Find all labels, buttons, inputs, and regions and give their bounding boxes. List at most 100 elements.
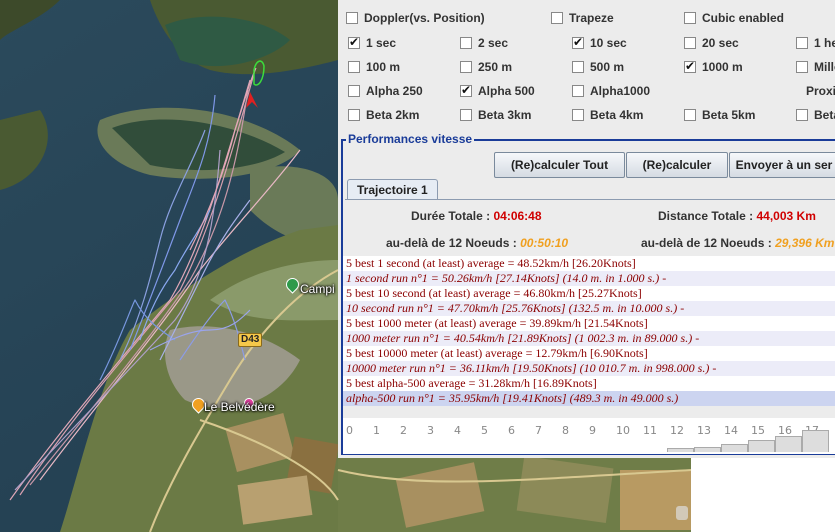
option-label: Doppler(vs. Position) — [364, 11, 485, 25]
option-beta4km[interactable]: Beta 4km — [572, 108, 643, 122]
checkbox[interactable] — [572, 35, 584, 49]
option-beta5km[interactable]: Beta 5km — [684, 108, 755, 122]
option-1hour[interactable]: 1 he — [796, 36, 835, 50]
histogram-bar — [775, 436, 802, 452]
checkbox[interactable] — [348, 109, 360, 121]
option-20sec[interactable]: 20 sec — [684, 36, 739, 50]
result-row[interactable]: 5 best 1000 meter (at least) average = 3… — [343, 316, 835, 331]
option-beta2km[interactable]: Beta 2km — [348, 108, 419, 122]
distance-label: Distance Totale : — [658, 209, 754, 223]
checkbox[interactable] — [796, 109, 808, 121]
scale-tick: 0 — [346, 424, 353, 437]
duration-label: Durée Totale : — [411, 209, 491, 223]
scale-tick: 9 — [589, 424, 596, 437]
checkbox[interactable] — [796, 37, 808, 49]
option-alpha1000[interactable]: Alpha1000 — [572, 84, 650, 98]
result-row[interactable]: 5 best 10000 meter (at least) average = … — [343, 346, 835, 361]
option-1sec[interactable]: 1 sec — [348, 35, 397, 50]
knots-threshold: 12 Noeuds : — [448, 236, 517, 250]
performances-title: Performances vitesse — [346, 132, 475, 146]
time-above-value: 00:50:10 — [520, 236, 569, 250]
result-row[interactable]: 10000 meter run n°1 = 36.11km/h [19.50Kn… — [343, 361, 835, 376]
option-label: Cubic enabled — [702, 11, 785, 25]
send-to-server-button[interactable]: Envoyer à un ser — [729, 152, 835, 178]
option-1000m[interactable]: 1000 m — [684, 59, 743, 74]
road-shield-d43: D43 — [238, 333, 263, 347]
result-row[interactable]: 5 best 1 second (at least) average = 48.… — [343, 256, 835, 271]
speed-histogram: 01234567891011121314151617 — [343, 418, 835, 454]
result-row[interactable]: alpha-500 run n°1 = 35.95km/h [19.41Knot… — [343, 391, 835, 406]
option-label: 2 sec — [478, 36, 509, 50]
option-label: 500 m — [590, 60, 625, 74]
option-2sec[interactable]: 2 sec — [460, 36, 508, 50]
option-trapeze[interactable]: Trapeze — [551, 11, 614, 25]
option-label: Mille — [814, 60, 835, 74]
checkbox[interactable] — [572, 61, 584, 73]
option-500m[interactable]: 500 m — [572, 60, 624, 74]
map-control-icon[interactable] — [676, 506, 688, 520]
recalculate-all-button[interactable]: (Re)calculer Tout — [494, 152, 625, 178]
scale-tick: 4 — [454, 424, 461, 437]
option-100m[interactable]: 100 m — [348, 60, 400, 74]
time-above-threshold: au-delà de 12 Noeuds : 00:50:10 — [386, 236, 568, 250]
checkbox[interactable] — [551, 12, 563, 24]
option-alpha500[interactable]: Alpha 500 — [460, 83, 535, 98]
checkbox[interactable] — [796, 61, 808, 73]
option-proxi[interactable]: Proxi — [806, 84, 835, 98]
option-10sec[interactable]: 10 sec — [572, 35, 627, 50]
checkbox[interactable] — [346, 12, 358, 24]
option-doppler[interactable]: Doppler(vs. Position) — [346, 11, 485, 25]
option-label: 1000 m — [702, 60, 743, 74]
checkbox[interactable] — [460, 61, 472, 73]
option-label: 250 m — [478, 60, 513, 74]
checkbox[interactable] — [348, 85, 360, 97]
option-label: 20 sec — [702, 36, 739, 50]
checkbox[interactable] — [684, 59, 696, 73]
camping-label: Campi — [300, 282, 335, 296]
option-beta[interactable]: Beta — [796, 108, 835, 122]
result-row[interactable]: 5 best alpha-500 average = 31.28km/h [16… — [343, 376, 835, 391]
tab-trajectoire-1[interactable]: Trajectoire 1 — [347, 179, 438, 200]
option-mille[interactable]: Mille — [796, 60, 835, 74]
results-list[interactable]: 5 best 1 second (at least) average = 48.… — [343, 256, 835, 406]
option-label: Beta 3km — [478, 108, 532, 122]
checkbox[interactable] — [572, 85, 584, 97]
option-label: Beta 2km — [366, 108, 420, 122]
scale-tick: 5 — [481, 424, 488, 437]
option-alpha250[interactable]: Alpha 250 — [348, 84, 423, 98]
checkbox[interactable] — [572, 109, 584, 121]
distance-above-value: 29,396 Km — [775, 236, 835, 250]
result-row[interactable]: 10 second run n°1 = 47.70km/h [25.76Knot… — [343, 301, 835, 316]
scale-tick: 14 — [724, 424, 738, 437]
option-label: Beta 5km — [702, 108, 756, 122]
checkbox[interactable] — [460, 37, 472, 49]
option-beta3km[interactable]: Beta 3km — [460, 108, 531, 122]
option-label: Alpha 500 — [478, 84, 535, 98]
checkbox[interactable] — [348, 61, 360, 73]
option-cubic[interactable]: Cubic enabled — [684, 11, 784, 25]
result-row[interactable]: 5 best 10 second (at least) average = 46… — [343, 286, 835, 301]
scale-tick: 8 — [562, 424, 569, 437]
duration-value: 04:06:48 — [493, 209, 542, 223]
result-row[interactable]: 1 second run n°1 = 50.26km/h [27.14Knots… — [343, 271, 835, 286]
option-250m[interactable]: 250 m — [460, 60, 512, 74]
checkbox[interactable] — [348, 35, 360, 49]
checkbox[interactable] — [684, 12, 696, 24]
option-label: Beta — [814, 108, 835, 122]
belvedere-label: Le Belvédère — [204, 400, 275, 414]
scale-tick: 15 — [751, 424, 765, 437]
result-row[interactable]: 1000 meter run n°1 = 40.54km/h [21.89Kno… — [343, 331, 835, 346]
checkbox[interactable] — [684, 109, 696, 121]
option-label: 1 sec — [366, 36, 397, 50]
checkbox[interactable] — [460, 83, 472, 97]
option-label: 1 he — [814, 36, 835, 50]
recalculate-button[interactable]: (Re)calculer — [626, 152, 728, 178]
scale-tick: 7 — [535, 424, 542, 437]
checkbox[interactable] — [460, 109, 472, 121]
checkbox[interactable] — [684, 37, 696, 49]
option-label: 10 sec — [590, 36, 627, 50]
options-panel: Doppler(vs. Position) Trapeze Cubic enab… — [338, 0, 835, 458]
scale-tick: 1 — [373, 424, 380, 437]
scale-tick: 13 — [697, 424, 711, 437]
knots-threshold: 12 Noeuds : — [703, 236, 772, 250]
